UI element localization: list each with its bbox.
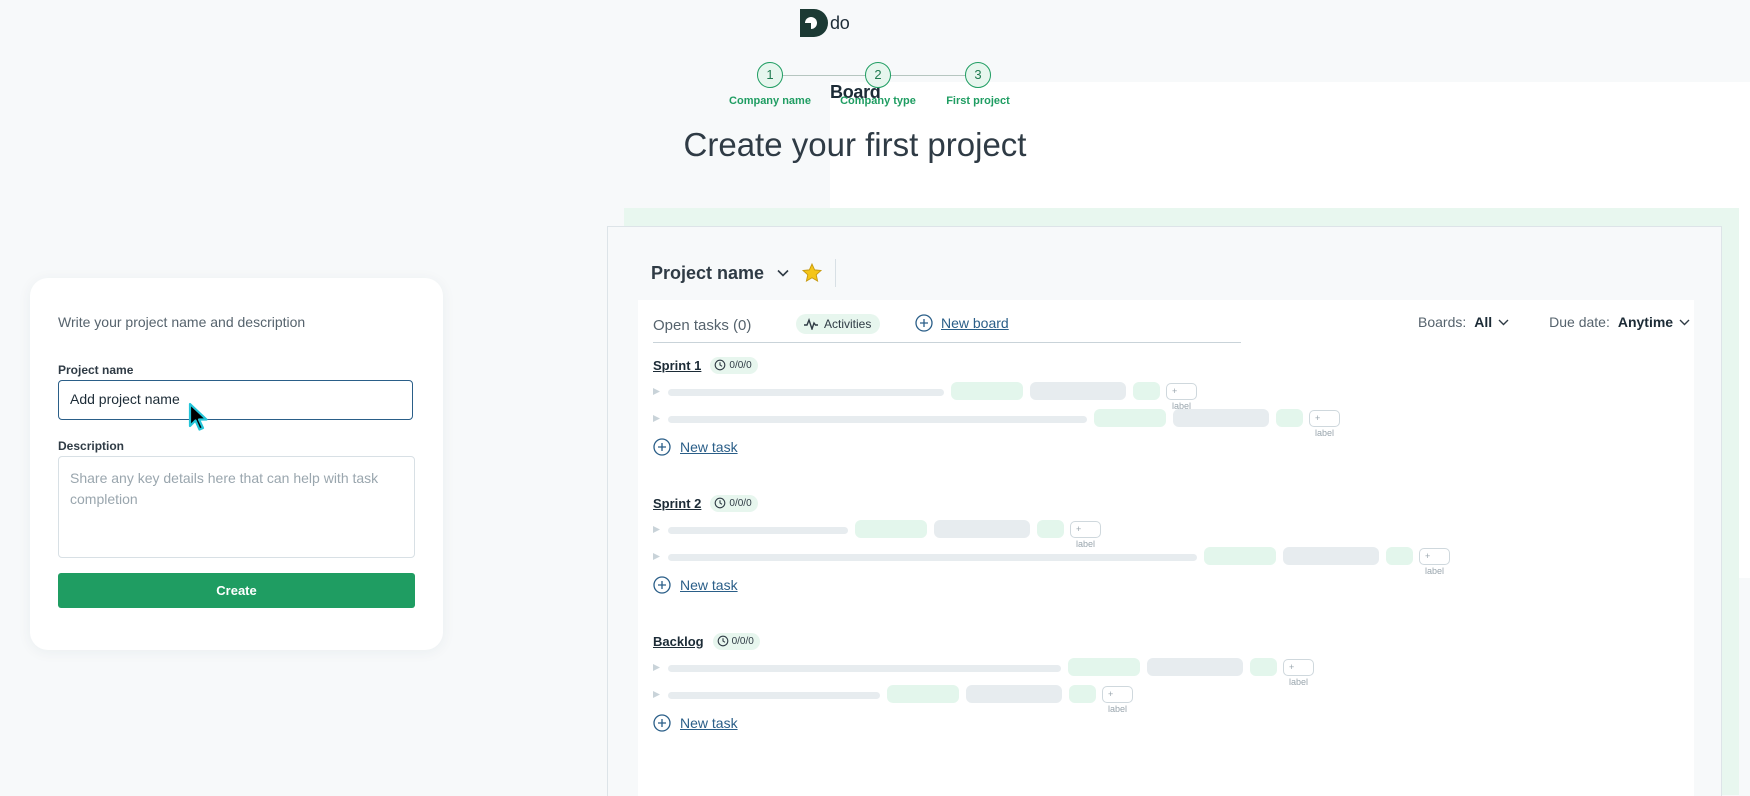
caret-right-icon [653, 388, 660, 395]
add-label-tag[interactable]: + label [1102, 686, 1134, 714]
onboarding-stepper: 1 Company name 2 Company type 3 First pr… [715, 62, 1010, 112]
new-task-button[interactable]: New task [653, 438, 758, 456]
header-divider [835, 259, 837, 287]
step-number: 1 [757, 62, 783, 88]
create-project-card: Write your project name and description … [30, 278, 443, 650]
plus-circle-icon [653, 576, 671, 594]
task-row-placeholder: + label [653, 654, 1315, 687]
create-button[interactable]: Create [58, 573, 415, 608]
new-board-button[interactable]: New board [915, 314, 1009, 332]
chevron-down-icon[interactable] [1498, 319, 1509, 326]
boards-filter-value[interactable]: All [1474, 314, 1492, 330]
new-task-label: New task [680, 439, 738, 455]
chevron-down-icon[interactable] [1679, 319, 1690, 326]
tab-activities[interactable]: Activities [796, 314, 881, 334]
plus-circle-icon [653, 714, 671, 732]
add-label-tag[interactable]: + label [1309, 410, 1341, 438]
board-filters: Boards: All Due date: Anytime [1418, 314, 1690, 330]
task-count: 0/0/0 [731, 635, 754, 647]
add-label-tag[interactable]: + label [1283, 659, 1315, 687]
caret-right-icon [653, 553, 660, 560]
caret-right-icon [653, 415, 660, 422]
new-task-button[interactable]: New task [653, 576, 758, 594]
sprint-header: Sprint 1 0/0/0 [653, 355, 758, 375]
activity-icon [804, 318, 818, 330]
sprint-section: Sprint 1 0/0/0 + label + label New task [653, 355, 1341, 456]
star-icon[interactable] [801, 262, 823, 284]
project-preview: Project name Open tasks (0) Activities N… [607, 226, 1722, 796]
sprint-title[interactable]: Backlog [653, 634, 704, 649]
sprint-header: Backlog 0/0/0 [653, 631, 760, 651]
clock-icon [715, 497, 726, 509]
task-row-placeholder: + label [653, 543, 1451, 576]
board-panel: Open tasks (0) Activities New board Boar… [638, 300, 1694, 796]
doboard-logo-mark [800, 9, 828, 37]
tab-open-tasks[interactable]: Open tasks (0) [653, 317, 751, 334]
step-number: 2 [865, 62, 891, 88]
new-task-label: New task [680, 577, 738, 593]
page-title: Create your first project [683, 126, 1027, 163]
backlog-section: Backlog 0/0/0 + label + label New task [653, 631, 1315, 732]
chevron-down-icon[interactable] [777, 269, 789, 277]
task-count-badge: 0/0/0 [712, 632, 760, 650]
clock-icon [715, 359, 726, 371]
sprint-title[interactable]: Sprint 1 [653, 358, 701, 373]
description-label: Description [58, 439, 125, 453]
task-row-placeholder: + label [653, 516, 1102, 549]
step-company-name: 1 Company name [715, 62, 825, 107]
task-count-badge: 0/0/0 [710, 356, 758, 374]
caret-right-icon [653, 526, 660, 533]
plus-circle-icon [915, 314, 933, 332]
add-label-tag[interactable]: + label [1419, 548, 1451, 576]
tab-activities-label: Activities [824, 317, 872, 331]
step-label: Company name [729, 95, 811, 107]
add-label-tag[interactable]: + label [1070, 521, 1102, 549]
task-row-placeholder: + label [653, 405, 1341, 438]
step-label: Company type [840, 95, 916, 107]
step-first-project: 3 First project [923, 62, 1033, 107]
project-name-input[interactable]: Add project name [58, 380, 413, 420]
clock-icon [717, 635, 728, 647]
mouse-cursor-icon [188, 402, 208, 431]
logo-wordmark: do Board [830, 13, 1750, 578]
doboard-logo: do Board [800, 9, 1750, 578]
step-label: First project [946, 95, 1010, 107]
project-name-label: Project name [58, 363, 134, 377]
task-count: 0/0/0 [729, 359, 752, 371]
form-intro: Write your project name and description [58, 314, 306, 330]
boards-filter-label: Boards: [1418, 314, 1467, 330]
task-row-placeholder: + label [653, 378, 1198, 411]
sprint-title[interactable]: Sprint 2 [653, 496, 701, 511]
board-tabs: Open tasks (0) Activities New board [653, 313, 1241, 343]
task-count-badge: 0/0/0 [710, 494, 758, 512]
project-title: Project name [651, 262, 765, 283]
caret-right-icon [653, 691, 660, 698]
new-task-button[interactable]: New task [653, 714, 760, 732]
step-number: 3 [965, 62, 991, 88]
description-textarea[interactable]: Share any key details here that can help… [58, 456, 415, 558]
add-label-tag[interactable]: + label [1166, 383, 1198, 411]
caret-right-icon [653, 664, 660, 671]
due-date-filter-value[interactable]: Anytime [1618, 314, 1673, 330]
due-date-filter-label: Due date: [1549, 314, 1610, 330]
task-count: 0/0/0 [729, 497, 752, 509]
step-company-type: 2 Company type [823, 62, 933, 107]
sprint-section: Sprint 2 0/0/0 + label + label New task [653, 493, 1451, 594]
plus-circle-icon [653, 438, 671, 456]
new-task-label: New task [680, 715, 738, 731]
task-row-placeholder: + label [653, 681, 1134, 714]
new-board-label: New board [941, 315, 1009, 331]
project-header: Project name [651, 259, 837, 287]
sprint-header: Sprint 2 0/0/0 [653, 493, 758, 513]
